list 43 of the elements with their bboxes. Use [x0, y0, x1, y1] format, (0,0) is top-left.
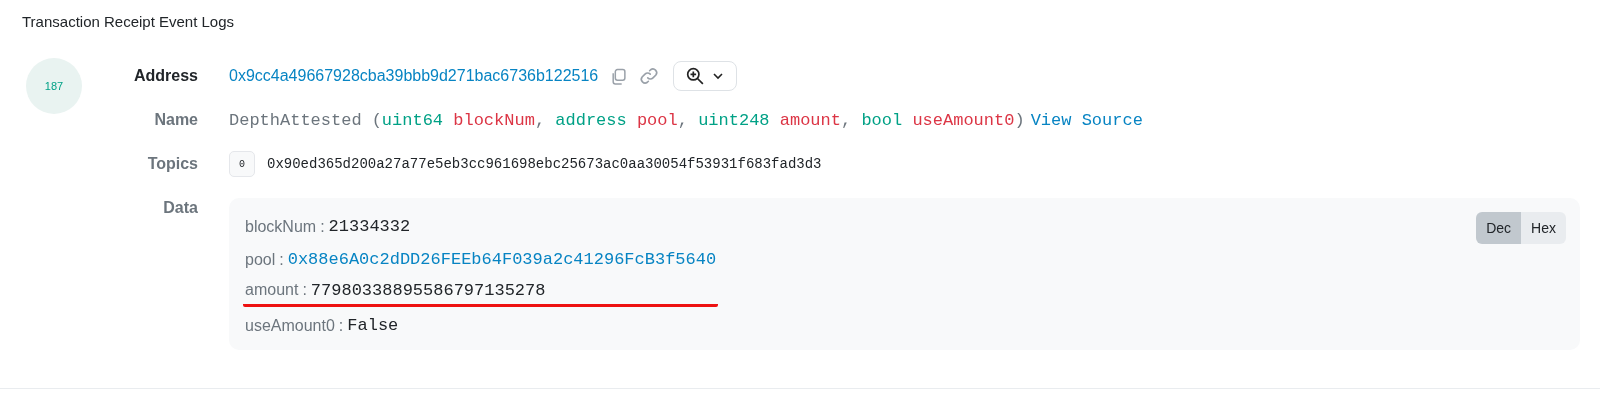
address-link[interactable]: 0x9cc4a49667928cba39bbb9d271bac6736b122516: [229, 67, 599, 85]
param-type: address: [555, 110, 627, 130]
data-field-name: blockNum: [245, 217, 317, 236]
param-name: amount: [779, 110, 841, 130]
punctuation: ,: [534, 110, 546, 130]
format-toggle-button[interactable]: Hex: [1521, 212, 1566, 244]
zoom-dropdown-button[interactable]: [673, 61, 738, 91]
param-name: pool: [636, 110, 678, 130]
param-type: uint248: [698, 110, 770, 130]
data-field-link[interactable]: 0x88e6A0c2dDD26FEEb64F039a2c41296FcB3f5640: [287, 250, 717, 269]
format-toggle-button[interactable]: Dec: [1476, 212, 1522, 244]
punctuation: ,: [677, 110, 688, 130]
field-label: Data: [162, 198, 198, 218]
data-field-name: pool: [245, 250, 276, 269]
punctuation: (: [371, 110, 382, 130]
punctuation: ,: [840, 110, 852, 130]
colon: :: [338, 316, 344, 335]
field-label: Address: [132, 66, 198, 86]
colon: :: [320, 217, 325, 236]
caret-icon: [712, 70, 725, 82]
param-name: useAmount0: [912, 110, 1015, 130]
link-icon[interactable]: [639, 66, 660, 86]
data-field-name: useAmount0: [245, 316, 335, 335]
data-field-value: False: [347, 316, 399, 335]
section-title: Transaction Receipt Event Logs: [22, 13, 236, 30]
param-type: bool: [861, 110, 903, 130]
param-name: blockNum: [453, 110, 535, 130]
colon: :: [302, 281, 307, 299]
copy-icon[interactable]: [610, 67, 628, 85]
field-label: Name: [153, 110, 198, 130]
field-label: Topics: [146, 154, 198, 174]
event-name: DepthAttested: [229, 110, 362, 130]
view-source-link[interactable]: View Source: [1030, 110, 1143, 130]
data-field-value: 21334332: [328, 217, 411, 236]
zoom-in-icon: [686, 67, 705, 85]
topic-index-badge: 0: [229, 151, 255, 177]
log-index-badge: 187: [26, 58, 82, 114]
punctuation: ): [1014, 110, 1025, 130]
topic-hash: 0x90ed365d200a27a77e5eb3cc961698ebc25673ac0aa30054f53931f683fad3d3: [267, 156, 822, 172]
data-field-name: amount: [245, 281, 299, 299]
param-type: uint64: [381, 110, 444, 130]
colon: :: [279, 250, 284, 269]
data-field-value: 77980338895586797135278: [310, 280, 546, 300]
